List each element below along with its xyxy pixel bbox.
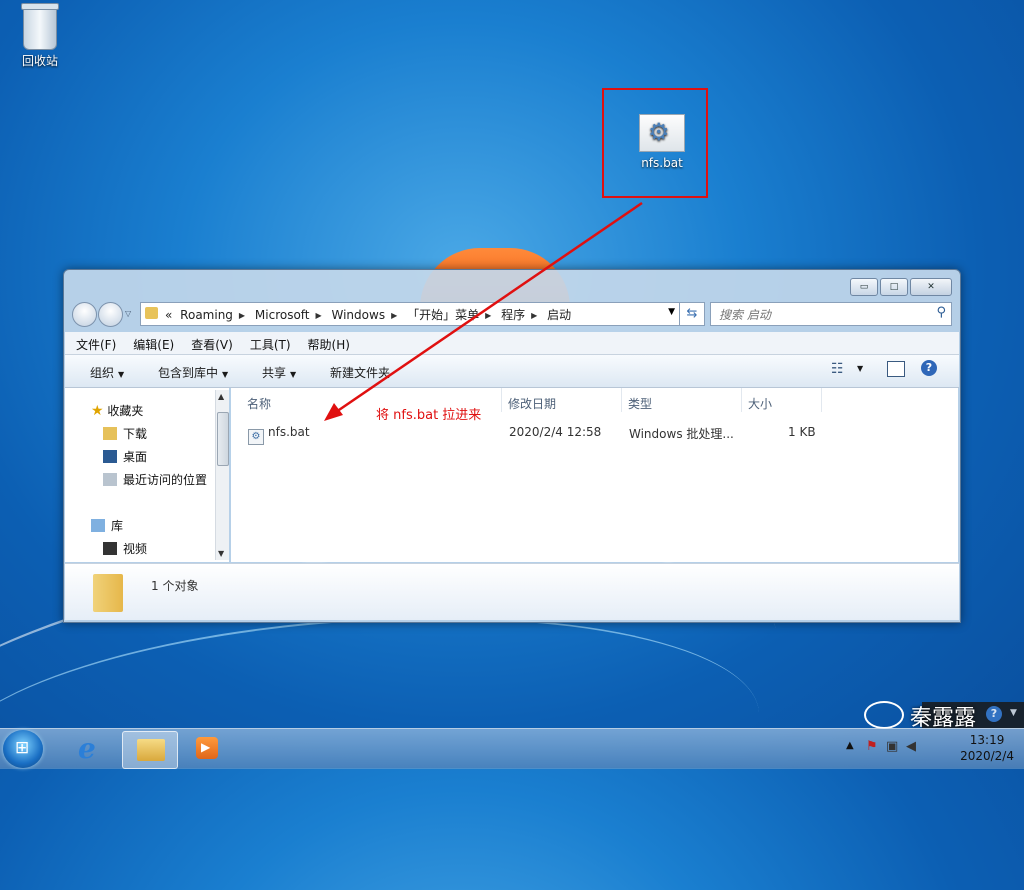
ie-icon: e [78,732,96,765]
action-center-icon[interactable]: ⚑ [866,739,878,754]
taskbar-windows-explorer[interactable] [122,731,178,769]
network-icon[interactable]: ▣ [886,739,898,754]
taskbar-media-player[interactable] [180,731,234,767]
taskbar: e ▲ ⚑ ▣ ◀ 13:19 2020/2/4 [0,728,1024,769]
taskbar-internet-explorer[interactable]: e [64,731,118,767]
start-button[interactable] [3,730,43,768]
clock[interactable]: 13:19 2020/2/4 [960,732,1014,764]
system-tray: ▲ ⚑ ▣ ◀ 13:19 2020/2/4 [824,729,1024,769]
clock-time: 13:19 [969,733,1005,747]
annotation-arrow [324,201,643,421]
dropdown-icon[interactable]: ▼ [1010,708,1017,718]
folder-icon [137,739,165,761]
show-hidden-icons-icon[interactable]: ▲ [846,740,854,751]
media-player-icon [196,737,218,759]
clock-date: 2020/2/4 [960,749,1014,763]
wechat-icon [864,701,904,729]
volume-muted-icon[interactable]: ◀ [906,739,916,754]
help-icon[interactable]: ? [986,706,1002,722]
